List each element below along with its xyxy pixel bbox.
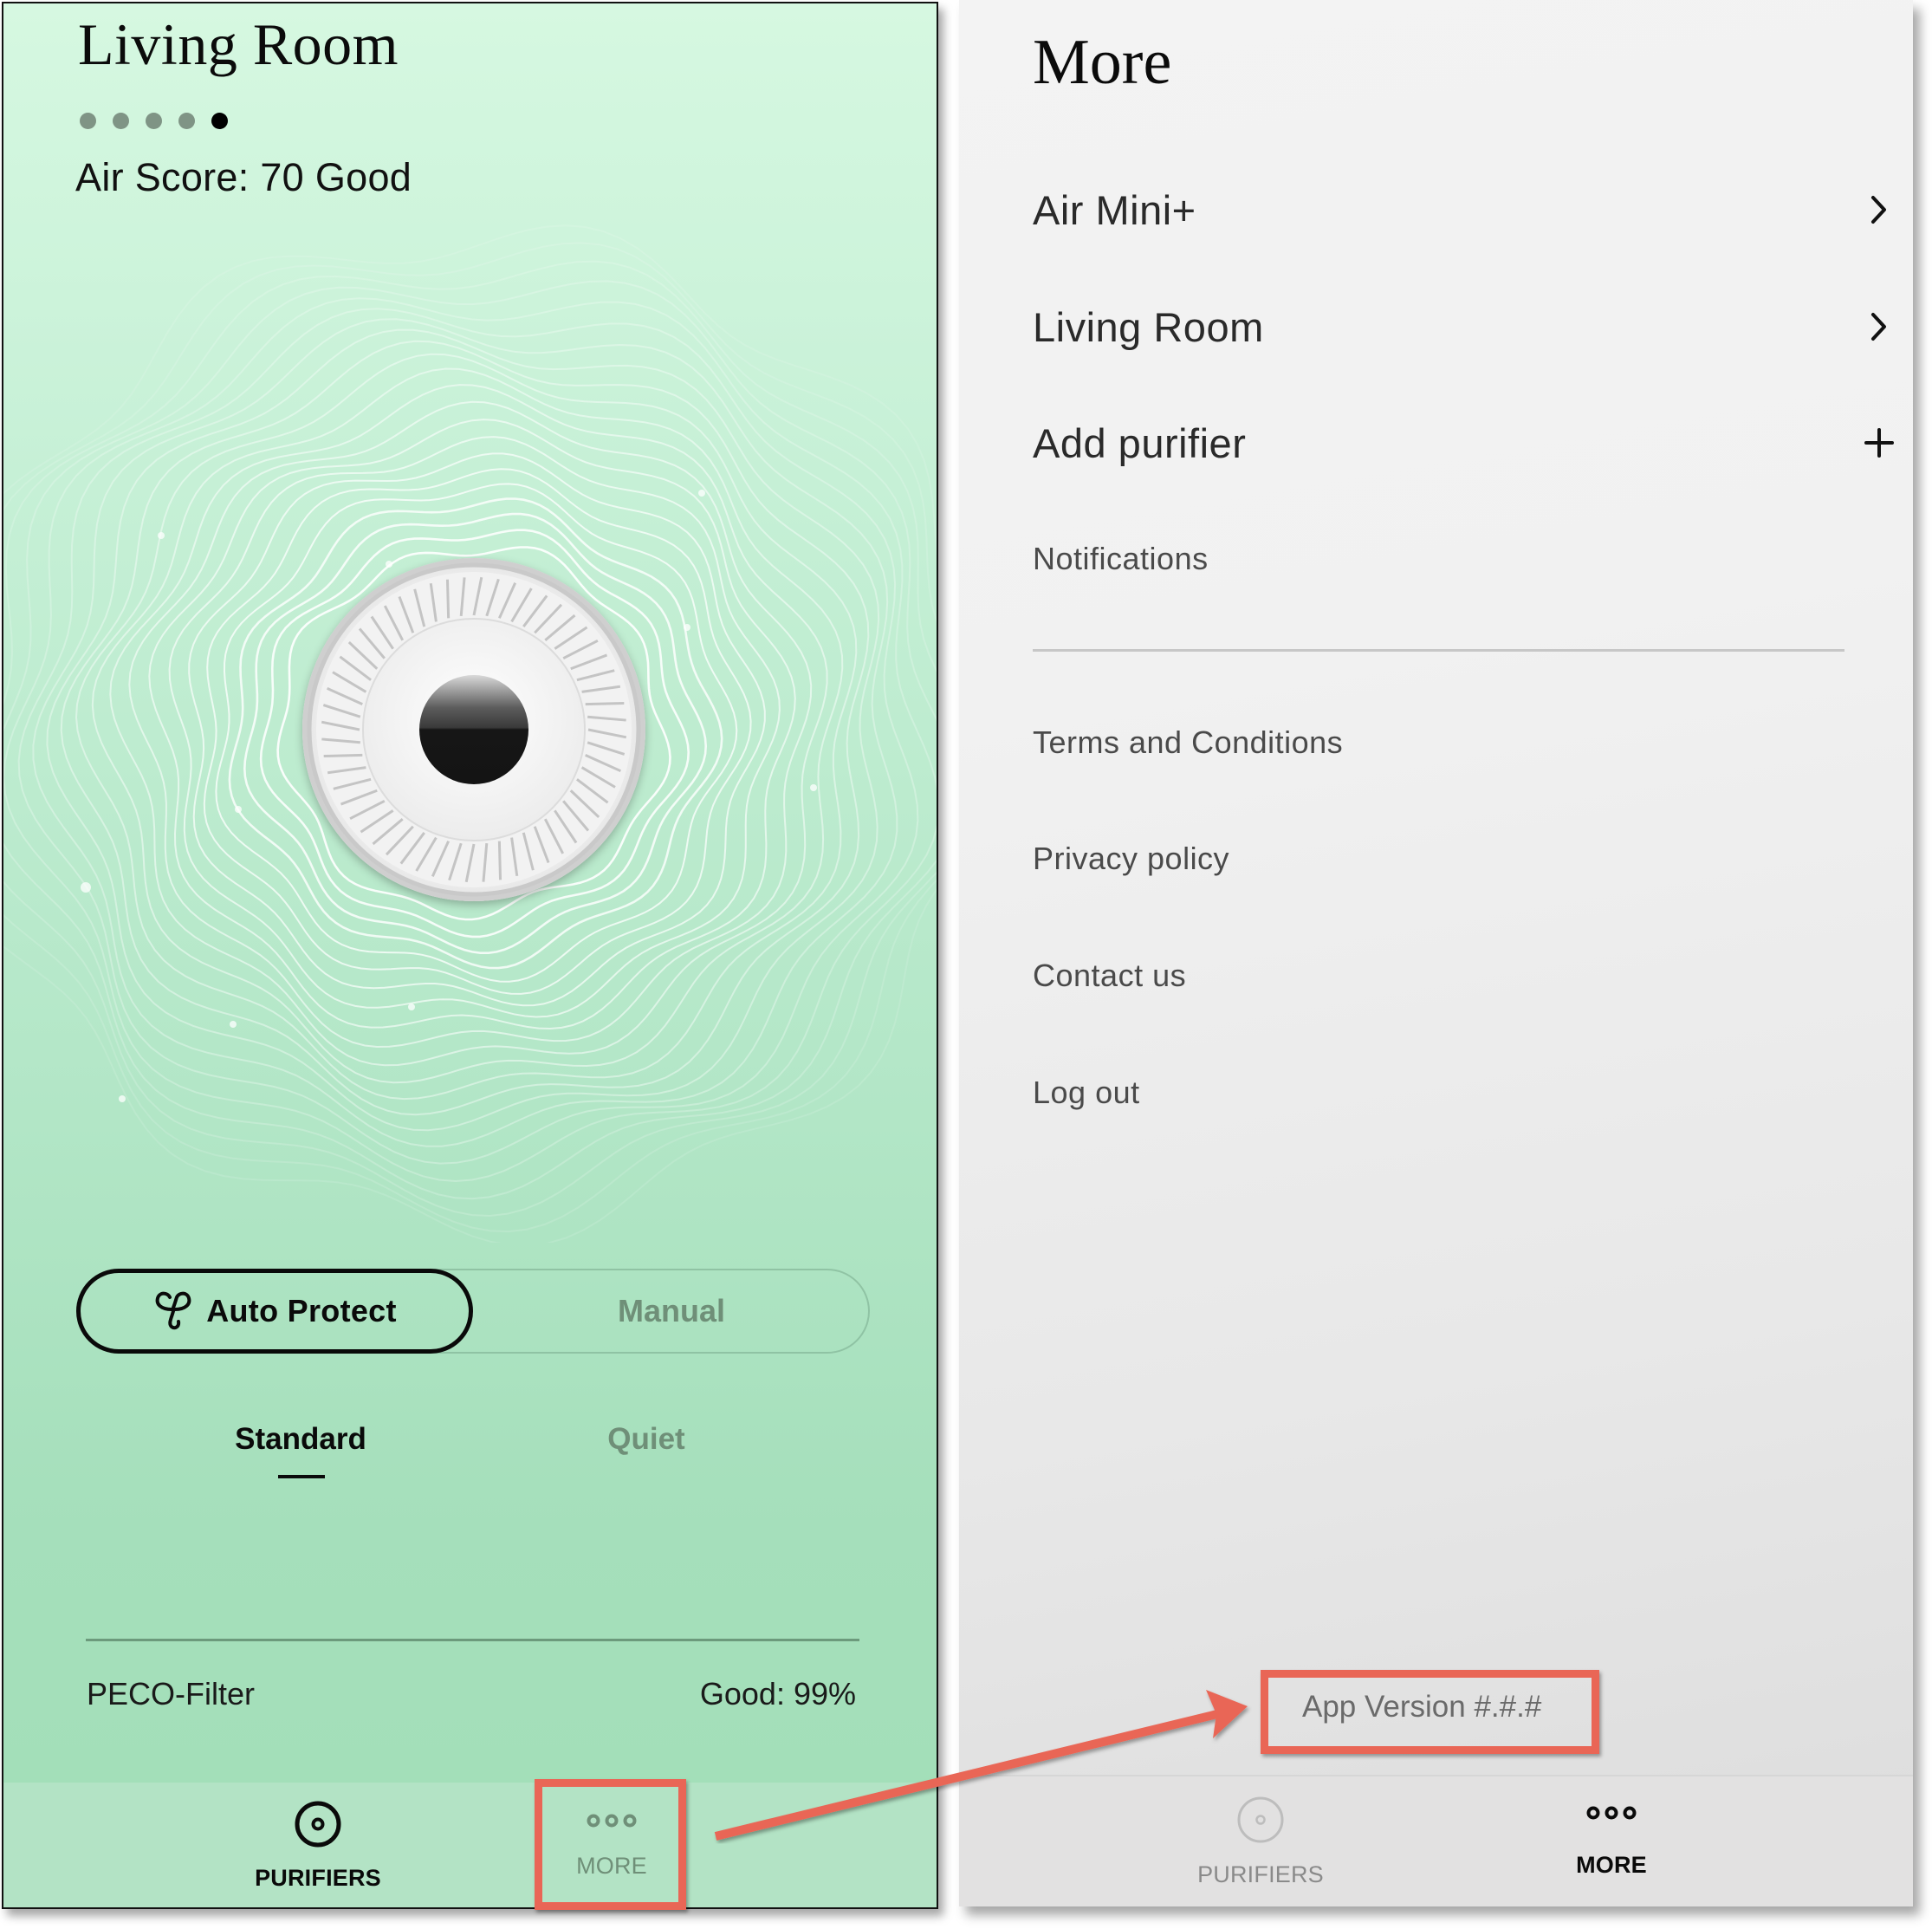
menu-item-label: Privacy policy xyxy=(1033,841,1230,876)
menu-item-label: Contact us xyxy=(1033,958,1187,993)
nav-label-purifiers: PURIFIERS xyxy=(255,1865,381,1891)
purifier-grille-icon xyxy=(307,562,641,897)
grille-slat xyxy=(445,579,451,619)
manual-button[interactable]: Manual xyxy=(473,1269,870,1354)
page-dot[interactable] xyxy=(113,113,129,129)
page-indicator[interactable] xyxy=(80,113,228,129)
air-particle xyxy=(684,624,690,631)
menu-item-log-out[interactable]: Log out xyxy=(1033,1058,1899,1127)
menu-item-label: Add purifier xyxy=(1033,419,1247,466)
purifier-target-icon xyxy=(1235,1795,1286,1849)
nav-tab-purifiers[interactable]: PURIFIERS xyxy=(1191,1776,1330,1906)
menu-item-label: Terms and Conditions xyxy=(1033,724,1344,760)
purifier-target-icon xyxy=(294,1800,342,1853)
menu-item-contact-us[interactable]: Contact us xyxy=(1033,941,1899,1010)
tab-standard[interactable]: Standard xyxy=(188,1416,413,1463)
air-score: Air Score: 70 Good xyxy=(75,155,412,199)
page-dot-active[interactable] xyxy=(211,113,228,129)
filter-status: Good: 99% xyxy=(699,1676,856,1711)
air-particle xyxy=(158,532,165,539)
menu-item-privacy-policy[interactable]: Privacy policy xyxy=(1033,824,1899,893)
auto-protect-label: Auto Protect xyxy=(206,1293,397,1328)
grille-slat xyxy=(497,841,502,880)
filter-name: PECO-Filter xyxy=(87,1676,256,1711)
menu-item-terms[interactable]: Terms and Conditions xyxy=(1033,708,1899,777)
menu-item-label: Log out xyxy=(1033,1075,1140,1110)
active-tab-indicator xyxy=(278,1475,325,1478)
menu-item-air-mini-plus[interactable]: Air Mini+ xyxy=(1033,175,1899,244)
air-particle xyxy=(81,882,91,893)
bottom-nav: PURIFIERS MORE xyxy=(3,1783,937,1907)
more-screen: More Air Mini+ Living Room Add purifier … xyxy=(959,0,1913,1906)
more-dots-icon xyxy=(1585,1804,1637,1826)
divider xyxy=(1033,649,1844,652)
menu-item-label: Notifications xyxy=(1033,541,1209,576)
grille-slat xyxy=(323,753,363,758)
air-particle xyxy=(235,806,242,813)
chevron-right-icon xyxy=(1862,309,1896,344)
page-dot[interactable] xyxy=(146,113,162,129)
menu-item-notifications[interactable]: Notifications xyxy=(1033,524,1899,594)
purifier-screen: Living Room Air Score: 70 Good Auto Prot… xyxy=(2,2,938,1909)
bottom-nav: PURIFIERS MORE xyxy=(959,1775,1913,1906)
nav-tab-purifiers[interactable]: PURIFIERS xyxy=(249,1783,387,1907)
air-particle xyxy=(408,1003,415,1010)
purifier-device-image[interactable] xyxy=(302,558,645,901)
nav-label-more: MORE xyxy=(1576,1852,1647,1878)
tab-quiet[interactable]: Quiet xyxy=(534,1416,759,1463)
auto-protect-icon xyxy=(152,1289,194,1335)
room-title: Living Room xyxy=(78,11,399,77)
nav-label-purifiers: PURIFIERS xyxy=(1197,1861,1324,1887)
page-dot[interactable] xyxy=(80,113,96,129)
menu-item-living-room[interactable]: Living Room xyxy=(1033,292,1899,361)
page-dot[interactable] xyxy=(178,113,195,129)
divider xyxy=(86,1639,859,1641)
chevron-right-icon xyxy=(1862,192,1896,227)
plus-icon xyxy=(1862,425,1896,460)
menu-item-label: Air Mini+ xyxy=(1033,186,1196,233)
air-particle xyxy=(810,784,817,791)
menu-item-add-purifier[interactable]: Add purifier xyxy=(1033,408,1899,477)
page-title: More xyxy=(1033,27,1172,98)
grille-slat xyxy=(585,701,625,706)
auto-protect-button[interactable]: Auto Protect xyxy=(76,1269,473,1354)
menu-item-label: Living Room xyxy=(1033,303,1264,350)
highlight-box-app-version xyxy=(1261,1670,1599,1754)
nav-tab-more[interactable]: MORE xyxy=(1542,1776,1681,1906)
air-particle xyxy=(698,490,705,497)
air-particle xyxy=(119,1095,126,1102)
highlight-box-more-tab xyxy=(535,1779,686,1910)
air-particle xyxy=(230,1021,237,1028)
